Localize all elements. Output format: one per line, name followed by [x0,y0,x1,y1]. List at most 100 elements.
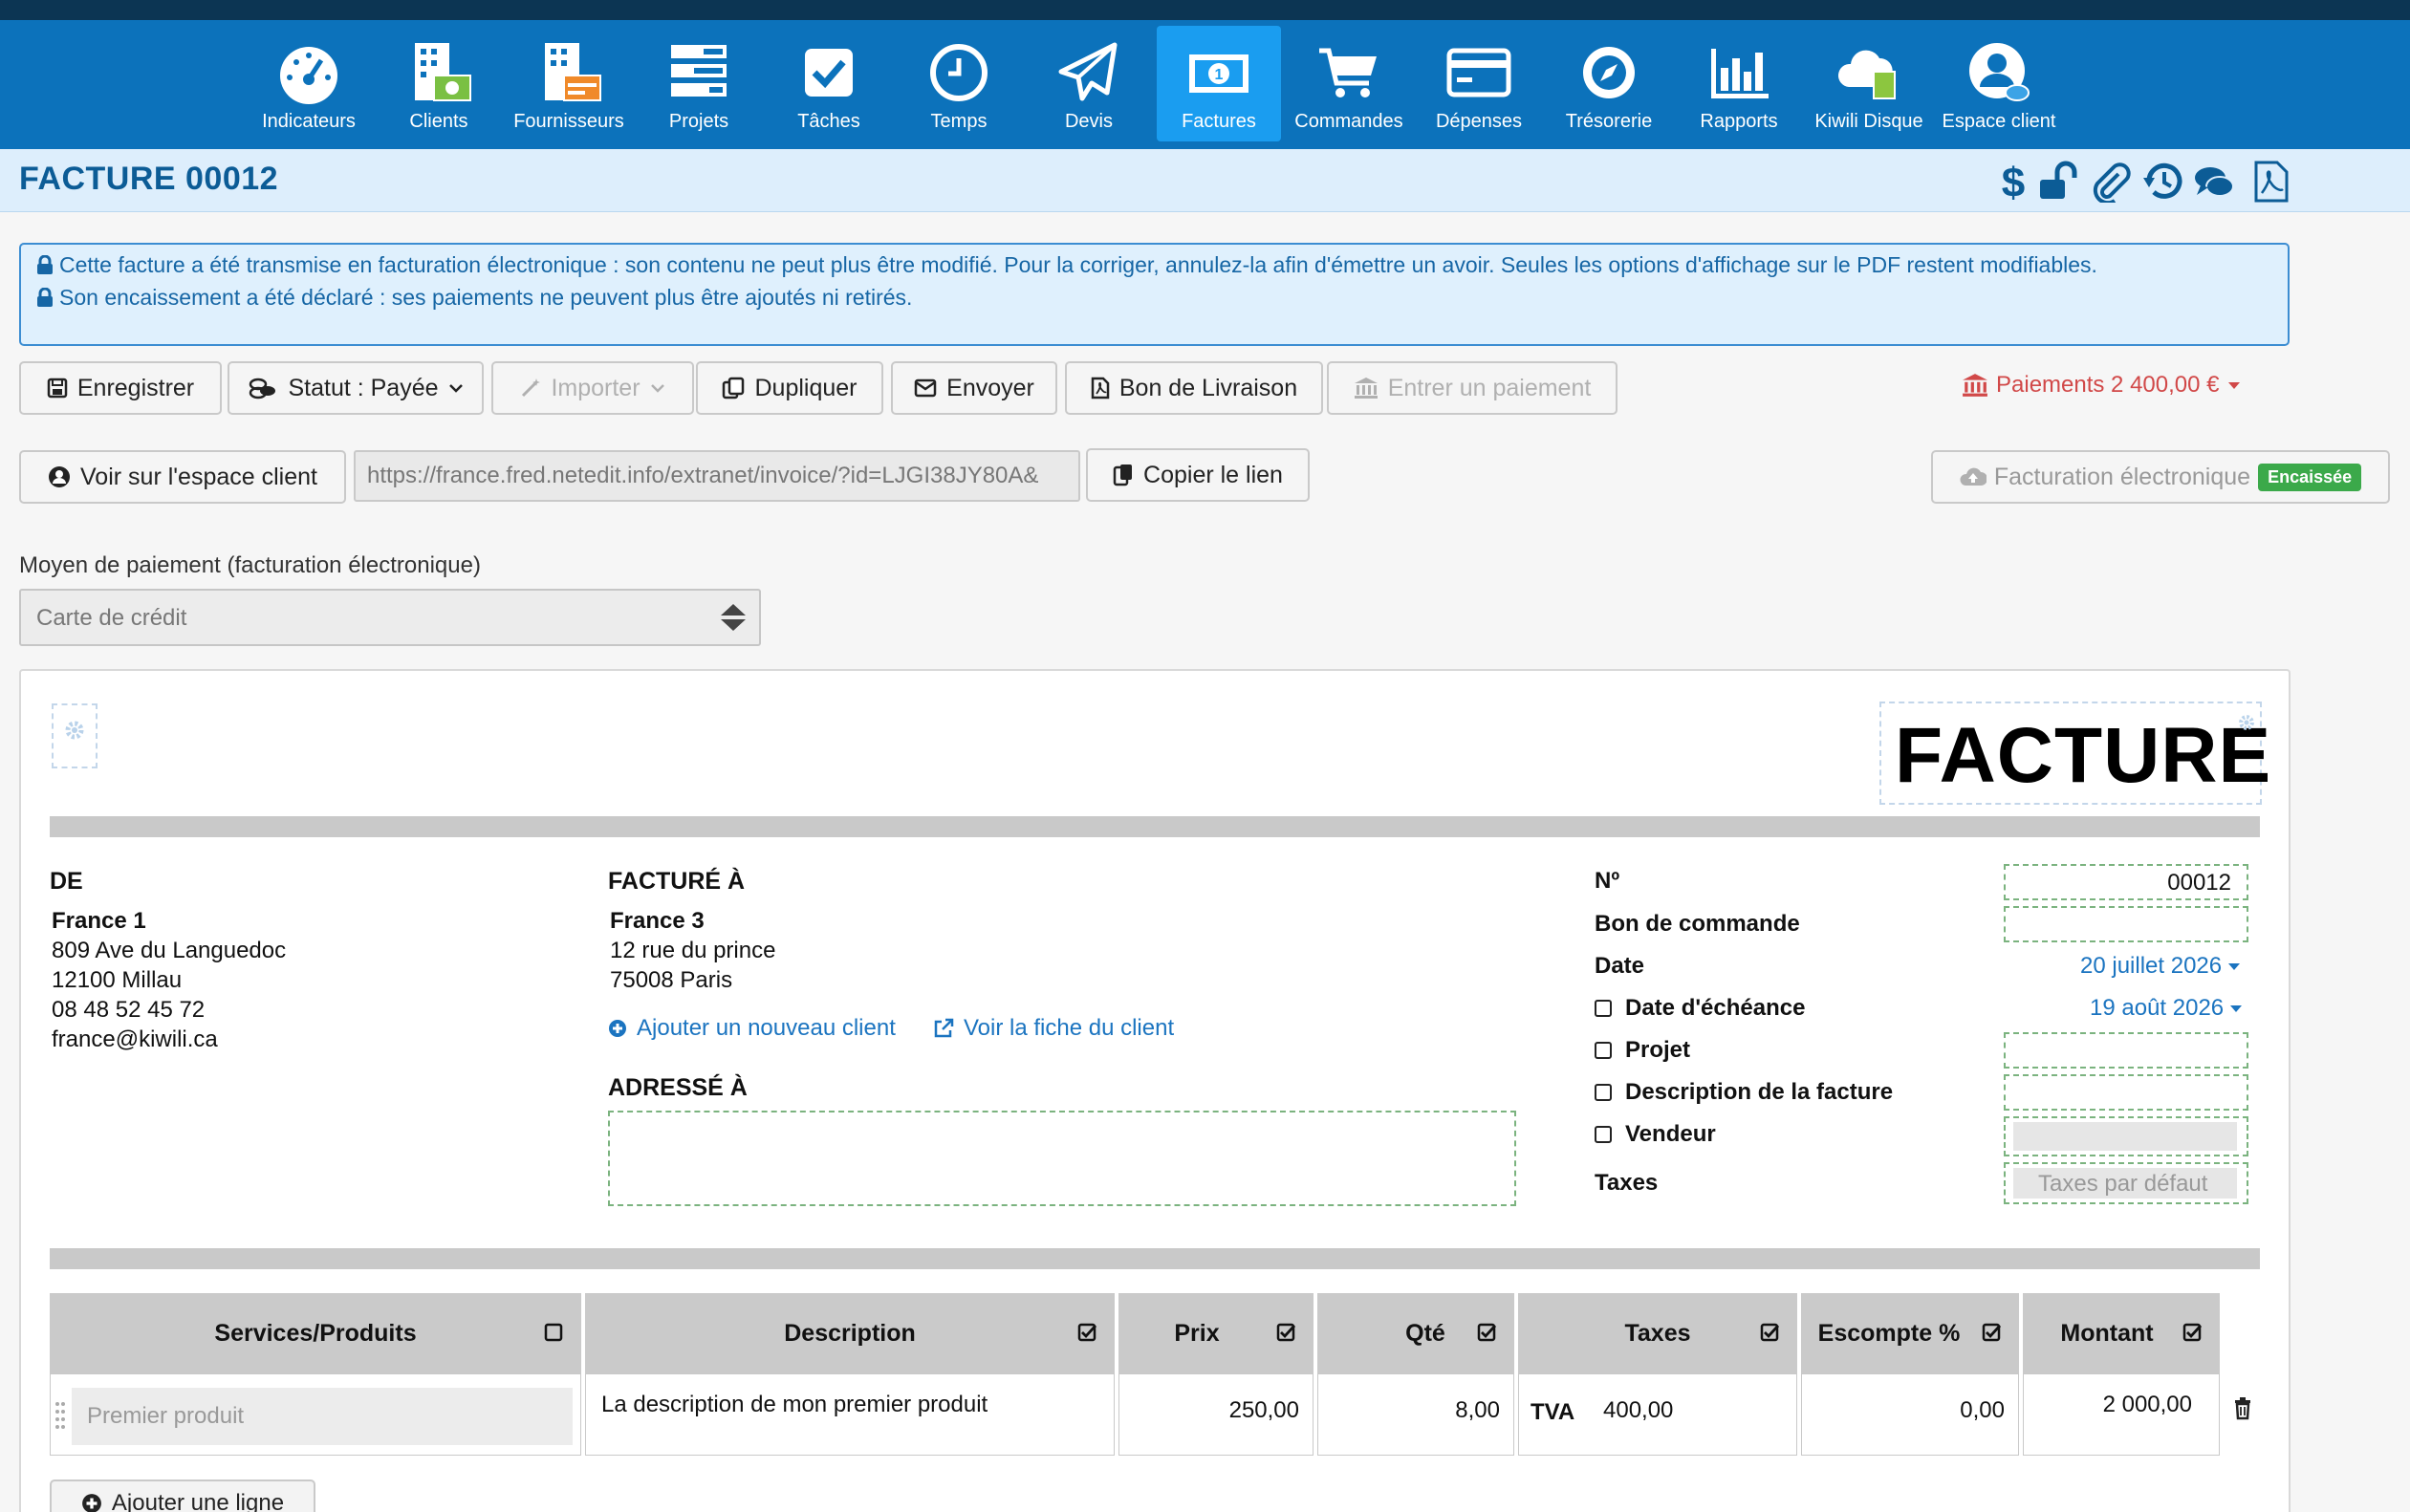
invoice-description-field[interactable] [2004,1074,2248,1111]
duplicate-button[interactable]: Dupliquer [696,361,883,415]
nav-depenses[interactable]: Dépenses [1417,26,1541,141]
nav-espace-client[interactable]: Espace client [1937,26,2061,141]
invoice-number-label: Nº [1595,868,1620,894]
add-line-button[interactable]: Ajouter une ligne [50,1480,315,1512]
client-url-field[interactable]: https://france.fred.netedit.info/extrane… [354,450,1080,502]
drag-handle-icon[interactable] [54,1401,66,1430]
addressed-to-field[interactable] [608,1111,1516,1206]
payment-method-select[interactable]: Carte de crédit [19,589,761,646]
col-header-amount[interactable]: Montant [2023,1293,2220,1373]
project-row: Projet [1595,1037,1690,1064]
payments-dropdown[interactable]: Paiements 2 400,00 € [1962,372,2241,399]
checked-square-icon[interactable] [1476,1322,1497,1343]
svg-text:$: $ [2002,161,2025,203]
nav-indicateurs[interactable]: Indicateurs [247,26,371,141]
e-invoicing-label: Facturation électronique [1993,463,2251,490]
nav-fournisseurs[interactable]: Fournisseurs [507,26,631,141]
taxes-field[interactable]: Taxes par défaut [2004,1162,2248,1204]
duplicate-label: Dupliquer [754,374,858,401]
logo-placeholder[interactable] [52,703,98,768]
nav-commandes[interactable]: Commandes [1287,26,1411,141]
col-header-products[interactable]: Services/Produits [50,1293,581,1373]
user-chat-icon [1969,43,2030,101]
nav-devis[interactable]: Devis [1027,26,1151,141]
col-header-taxes[interactable]: Taxes [1518,1293,1797,1373]
banner-line-1: Cette facture a été transmise en factura… [37,252,2249,277]
cell-qty[interactable]: 8,00 [1317,1373,1514,1456]
from-email: france@kiwili.ca [52,1026,218,1052]
nav-clients[interactable]: Clients [377,26,501,141]
taxes-value: Taxes par défaut [2038,1171,2208,1197]
order-field[interactable] [2004,906,2248,942]
square-icon[interactable] [543,1322,564,1343]
nav-kiwili-disque[interactable]: Kiwili Disque [1807,26,1931,141]
info-banner: Cette facture a été transmise en factura… [19,243,2290,346]
checked-square-icon[interactable] [2182,1322,2203,1343]
nav-tresorerie[interactable]: Trésorerie [1547,26,1671,141]
billed-to-street: 12 rue du prince [610,938,776,963]
nav-label: Temps [930,111,988,132]
invoice-number-field[interactable]: 00012 [2004,864,2248,900]
date-dropdown[interactable]: 20 juillet 2026 [2080,953,2241,980]
cell-price[interactable]: 250,00 [1118,1373,1314,1456]
import-dropdown[interactable]: Importer [491,361,694,415]
nav-temps[interactable]: Temps [897,26,1021,141]
project-checkbox[interactable] [1595,1042,1612,1059]
seller-select[interactable] [2013,1122,2237,1151]
external-link-icon [934,1018,954,1038]
from-address: France 1 809 Ave du Languedoc 12100 Mill… [52,906,286,1054]
due-date-value: 19 août 2026 [2090,995,2225,1021]
add-client-link[interactable]: Ajouter un nouveau client [608,1015,896,1042]
nav-projets[interactable]: Projets [637,26,761,141]
status-badge: Encaissée [2258,463,2362,491]
seller-checkbox[interactable] [1595,1126,1612,1143]
product-input[interactable]: Premier produit [72,1388,573,1445]
e-invoicing-button[interactable]: Facturation électronique Encaissée [1931,450,2390,504]
taxes-label: Taxes [1595,1170,1659,1196]
due-date-checkbox[interactable] [1595,1000,1612,1017]
comments-icon[interactable] [2193,161,2235,203]
paper-plane-icon [1058,42,1118,101]
doc-title-box[interactable]: FACTURE [1879,702,2270,805]
view-client-space-button[interactable]: Voir sur l'espace client [19,450,346,504]
col-header-discount[interactable]: Escompte % [1801,1293,2019,1373]
send-button[interactable]: Envoyer [891,361,1057,415]
checked-square-icon[interactable] [1076,1322,1097,1343]
col-header-description[interactable]: Description [585,1293,1115,1373]
invoice-description-checkbox[interactable] [1595,1084,1612,1101]
cell-description[interactable]: La description de mon premier produit [585,1373,1115,1456]
view-client-link[interactable]: Voir la fiche du client [933,1015,1174,1042]
nav-label: Espace client [1942,111,2056,132]
paperclip-icon[interactable] [2090,161,2132,203]
from-phone: 08 48 52 45 72 [52,997,206,1023]
banknote-icon: 1 [1189,54,1248,93]
checked-square-icon[interactable] [1275,1322,1296,1343]
unlock-icon[interactable] [2038,161,2080,203]
col-header-qty[interactable]: Qté [1317,1293,1514,1373]
col-header-price[interactable]: Prix [1118,1293,1314,1373]
pdf-icon[interactable] [2250,161,2292,203]
copy-link-button[interactable]: Copier le lien [1086,448,1310,502]
nav-taches[interactable]: Tâches [767,26,891,141]
checkbox-icon [805,49,853,97]
col-header-label: Montant [2060,1319,2154,1347]
save-button[interactable]: Enregistrer [19,361,222,415]
checked-square-icon[interactable] [1981,1322,2002,1343]
history-icon[interactable] [2141,161,2183,203]
caret-down-icon [2230,1005,2243,1012]
dollar-icon[interactable]: $ [1992,161,2034,203]
delivery-note-button[interactable]: Bon de Livraison [1065,361,1323,415]
enter-payment-button[interactable]: Entrer un paiement [1327,361,1618,415]
checked-square-icon[interactable] [1759,1322,1780,1343]
project-field[interactable] [2004,1032,2248,1069]
trash-icon[interactable] [2233,1397,2252,1420]
due-date-dropdown[interactable]: 19 août 2026 [2090,995,2243,1022]
copy-icon [723,377,745,400]
seller-field[interactable] [2004,1116,2248,1156]
cell-discount[interactable]: 0,00 [1801,1373,2019,1456]
status-dropdown[interactable]: Statut : Payée [228,361,484,415]
cell-taxes[interactable]: TVA 400,00 [1518,1373,1797,1456]
floppy-icon [47,378,68,399]
nav-factures[interactable]: 1 Factures [1157,26,1281,141]
nav-rapports[interactable]: Rapports [1677,26,1801,141]
